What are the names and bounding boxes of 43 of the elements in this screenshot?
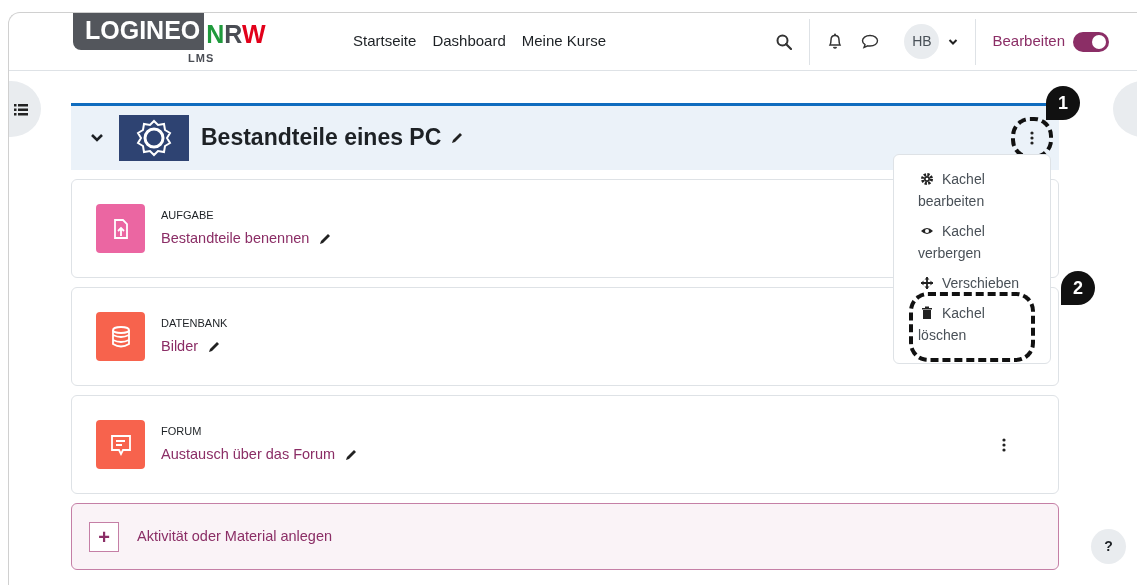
add-activity-label: Aktivität oder Material anlegen [137,526,333,546]
dropdown-item[interactable]: Verschieben [918,271,1020,301]
chat-bubble-icon [861,34,880,49]
collapse-toggle[interactable] [89,132,105,144]
logo-text: LOGINEO [73,13,205,51]
pencil-icon [344,447,359,462]
activity-link[interactable]: Bestandteile benennen [161,227,310,250]
search-icon [776,33,793,50]
add-button[interactable]: + [89,521,119,552]
kebab-icon [1002,437,1006,452]
caret-icon [948,37,959,46]
search-button[interactable] [775,32,794,51]
chevron-icon [90,133,104,143]
kebab-icon [1030,131,1034,145]
logo-text: NRW [205,19,267,51]
section-title: Bestandteile eines PC [201,124,442,152]
pencil-icon [450,131,465,145]
activity-link[interactable]: Bilder [161,335,199,358]
step-callout-tooltip: 1 [1046,86,1080,120]
nav-link[interactable]: Startseite [353,30,417,53]
activity-type: DATENBANK [161,316,228,332]
help-button[interactable]: ? [1091,529,1126,564]
logo-subtitle: LMS [188,51,215,67]
move-arrows-icon [918,276,936,290]
pencil-icon [207,339,222,354]
edit-mode-switch[interactable] [1073,31,1109,52]
dropdown-item[interactable]: Kachel bearbeiten [918,167,1026,219]
messages-button[interactable] [860,33,881,50]
dropdown-item[interactable]: Kachel verbergen [918,219,1026,271]
user-avatar[interactable]: HB [904,24,940,59]
pencil-icon [318,231,333,246]
nav-link[interactable]: Meine Kurse [521,30,606,53]
activity-type: FORUM [161,424,203,440]
activity-link[interactable]: Austausch über das Forum [161,443,336,466]
sunburst-icon [134,118,174,158]
activity-type: AUFGABE [161,208,215,224]
step-callout-tooltip: 2 [1061,271,1095,305]
edit-mode-label: Bearbeiten [992,31,1065,52]
gear-icon [918,172,936,186]
dropdown-item[interactable]: Kachel löschen [918,301,1026,353]
nav-link[interactable]: Dashboard [432,30,506,53]
list-icon [14,103,28,116]
bell-icon [827,33,844,50]
